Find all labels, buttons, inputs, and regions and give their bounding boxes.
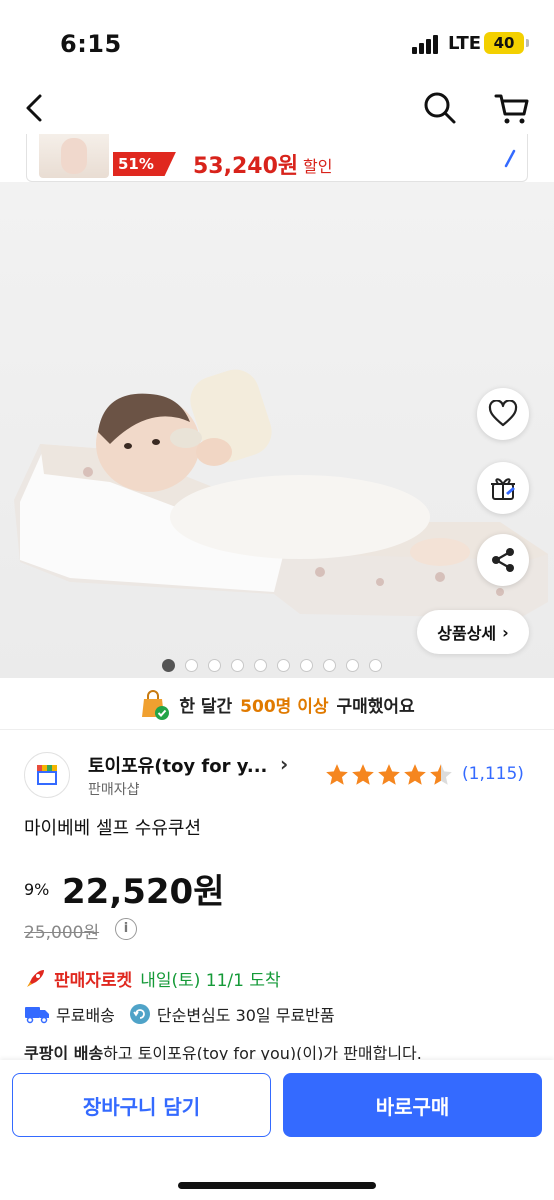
original-price: 25,000원: [24, 923, 100, 943]
sale-price: 22,520원: [62, 872, 225, 912]
bottom-action-bar: 장바구니 담기 바로구매: [0, 1060, 554, 1200]
product-title: 마이베베 셀프 수유쿠션: [24, 818, 202, 839]
gallery-dot[interactable]: [162, 659, 175, 672]
seller-name[interactable]: 토이포유(toy for y...: [88, 752, 267, 778]
store-icon: [37, 765, 57, 785]
free-shipping-label: 무료배송: [56, 1006, 115, 1025]
seller-note: 쿠팡이 배송하고 토이포유(toy for you)(이)가 판매합니다.: [24, 1040, 544, 1062]
buy-now-button[interactable]: 바로구매: [283, 1073, 542, 1137]
top-nav: [0, 80, 554, 136]
rocket-icon: [27, 969, 44, 987]
gallery-dot[interactable]: [185, 659, 198, 672]
product-detail-label: 상품상세: [437, 624, 497, 643]
battery-icon: 40: [484, 32, 524, 54]
cart-icon[interactable]: [492, 88, 532, 128]
seller-shop-label: 판매자샵: [88, 782, 140, 798]
gallery-dot[interactable]: [323, 659, 336, 672]
star-icon: [430, 764, 452, 785]
product-detail-button[interactable]: 상품상세 ›: [417, 610, 529, 654]
status-bar: 6:15 LTE 40: [0, 0, 554, 80]
gallery-dot[interactable]: [208, 659, 221, 672]
free-return-label: 단순변심도 30일 무료반품: [156, 1006, 335, 1025]
battery-level: 40: [493, 34, 515, 52]
info-icon[interactable]: i: [115, 918, 137, 940]
shipping-info-row: 무료배송 단순변심도 30일 무료반품: [24, 1002, 335, 1026]
gallery-pagination: [162, 659, 382, 673]
seller-logo[interactable]: [24, 752, 70, 798]
rating-stars[interactable]: [324, 762, 454, 788]
status-time: 6:15: [60, 30, 122, 58]
chevron-right-icon[interactable]: ›: [280, 752, 288, 776]
promo-thumbnail: [39, 134, 109, 178]
promo-price: 53,240원: [193, 154, 299, 179]
arrival-date: 내일(토) 11/1 도착: [140, 971, 281, 991]
gallery-dot[interactable]: [231, 659, 244, 672]
promo-banner[interactable]: 51% 53,240원 할인: [26, 134, 528, 182]
battery-tip: [526, 39, 529, 47]
back-icon[interactable]: [18, 90, 54, 126]
purchase-prefix: 한 달간: [179, 697, 233, 717]
rocket-label: 판매자로켓: [54, 971, 133, 991]
gallery-dot[interactable]: [369, 659, 382, 672]
network-type: LTE: [448, 33, 482, 54]
purchase-suffix: 구매했어요: [336, 697, 415, 717]
purchase-highlight: 500명 이상: [240, 697, 329, 717]
promo-discount-badge: 51%: [113, 152, 176, 176]
product-image-gallery[interactable]: 상품상세 ›: [0, 182, 554, 678]
review-count[interactable]: (1,115): [462, 764, 524, 784]
chevron-right-icon: ›: [502, 622, 509, 642]
chevron-right-icon: [503, 148, 517, 174]
star-icon: [326, 764, 348, 785]
heart-icon: [488, 400, 518, 427]
home-indicator: [178, 1182, 376, 1189]
gallery-dot[interactable]: [277, 659, 290, 672]
star-icon: [404, 764, 426, 785]
signal-icon: [412, 34, 442, 54]
star-icon: [378, 764, 400, 785]
search-icon[interactable]: [420, 88, 460, 128]
purchase-count-banner: 한 달간 500명 이상 구매했어요: [0, 680, 554, 730]
share-icon: [492, 548, 514, 572]
shopping-bag-check-icon: [142, 689, 170, 720]
return-icon: [129, 1004, 150, 1024]
promo-label: 할인: [303, 157, 333, 176]
share-button[interactable]: [477, 534, 529, 586]
gallery-dot[interactable]: [346, 659, 359, 672]
add-to-cart-button[interactable]: 장바구니 담기: [12, 1073, 271, 1137]
gift-icon: [491, 478, 515, 500]
product-photo: [14, 369, 548, 618]
truck-icon: [25, 1007, 49, 1024]
gallery-dot[interactable]: [300, 659, 313, 672]
wishlist-button[interactable]: [477, 388, 529, 440]
gallery-dot[interactable]: [254, 659, 267, 672]
rocket-delivery-row: 판매자로켓 내일(토) 11/1 도착: [24, 966, 281, 991]
gift-button[interactable]: [477, 462, 529, 514]
star-icon: [352, 764, 374, 785]
discount-rate: 9%: [24, 880, 50, 899]
